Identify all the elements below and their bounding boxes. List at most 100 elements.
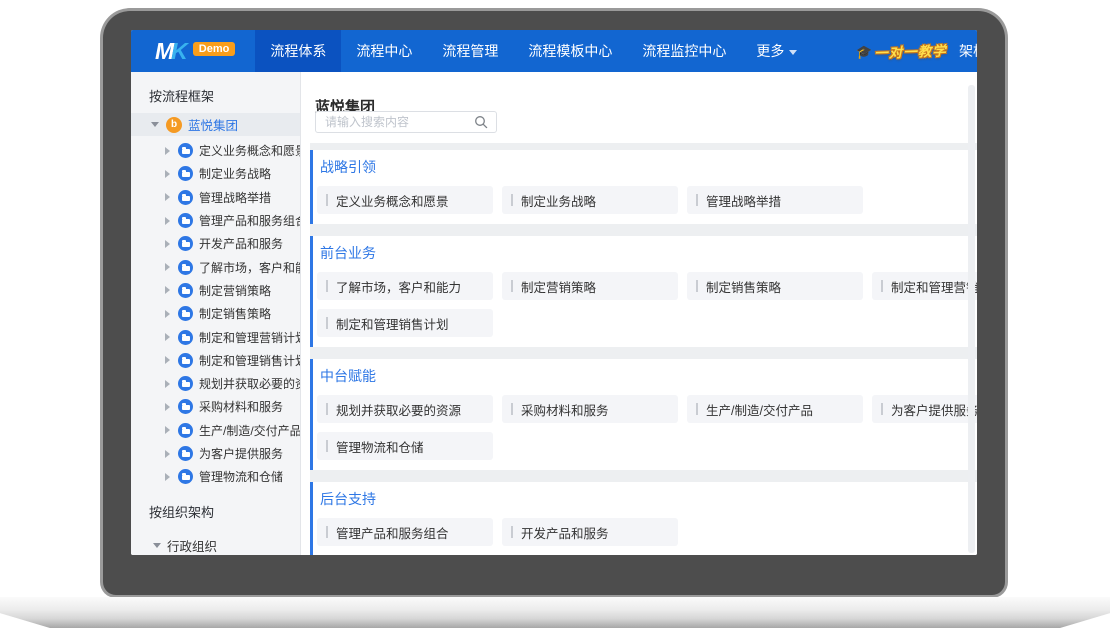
logo-letter-k: K (171, 38, 188, 65)
folder-icon (178, 330, 193, 345)
caret-right-icon[interactable] (165, 333, 170, 341)
process-card[interactable]: 管理战略举措 (687, 186, 863, 214)
top-navbar: M K Demo 流程体系 流程中心 流程管理 流程模板中心 流程监控中心 更多… (131, 30, 977, 72)
folder-icon (178, 446, 193, 461)
folder-icon (178, 236, 193, 251)
sidebar-header-by-process: 按流程框架 (149, 90, 300, 104)
sidebar: 按流程框架 b 蓝悦集团 定义业务概念和愿景 制定业务战略 (131, 72, 301, 555)
sidebar-header-by-org: 按组织架构 (149, 506, 300, 520)
process-sections: 战略引领 定义业务概念和愿景制定业务战略管理战略举措 前台业务 了解市场，客户和… (310, 143, 977, 555)
section-title: 战略引领 (320, 157, 977, 177)
process-card[interactable]: 制定和管理销售计划 (317, 309, 493, 337)
process-card[interactable]: 采购材料和服务 (502, 395, 678, 423)
folder-icon (178, 423, 193, 438)
tree-root-admin-org[interactable]: 行政组织 (131, 534, 300, 555)
nav-right-area: 🎓 一对一教学 架构 (856, 30, 977, 72)
process-card[interactable]: 管理物流和仓储 (317, 432, 493, 460)
search-input[interactable] (316, 115, 474, 129)
tree-item-process[interactable]: 了解市场，客户和能力 (131, 255, 300, 278)
caret-right-icon[interactable] (165, 403, 170, 411)
caret-right-icon[interactable] (165, 356, 170, 364)
folder-icon (178, 190, 193, 205)
section-back-office: 后台支持 管理产品和服务组合开发产品和服务 (310, 482, 977, 555)
app-screen: M K Demo 流程体系 流程中心 流程管理 流程模板中心 流程监控中心 更多… (131, 30, 977, 555)
tree-item-process[interactable]: 管理战略举措 (131, 186, 300, 209)
folder-icon (178, 283, 193, 298)
process-card[interactable]: 定义业务概念和愿景 (317, 186, 493, 214)
section-front-office: 前台业务 了解市场，客户和能力制定营销策略制定销售策略制定和管理营销计划制定和管… (310, 236, 977, 347)
nav-tab-more[interactable]: 更多 (741, 30, 812, 72)
tree-item-process[interactable]: 制定销售策略 (131, 302, 300, 325)
tree-item-process[interactable]: 采购材料和服务 (131, 395, 300, 418)
section-strategy-leading: 战略引领 定义业务概念和愿景制定业务战略管理战略举措 (310, 150, 977, 224)
caret-right-icon[interactable] (165, 193, 170, 201)
process-card[interactable]: 管理产品和服务组合 (317, 518, 493, 546)
nav-tab-process-center[interactable]: 流程中心 (341, 30, 427, 72)
tree-root-company[interactable]: b 蓝悦集团 (131, 113, 300, 136)
process-card[interactable]: 制定业务战略 (502, 186, 678, 214)
logo-letter-m: M (155, 38, 172, 65)
nav-item-architecture[interactable]: 架构 (959, 41, 977, 61)
tree-item-process[interactable]: 制定营销策略 (131, 279, 300, 302)
process-card[interactable]: 制定和管理营销计划 (872, 272, 977, 300)
process-card[interactable]: 制定营销策略 (502, 272, 678, 300)
folder-icon (178, 399, 193, 414)
process-card[interactable]: 为客户提供服务 (872, 395, 977, 423)
nav-tabs: 流程体系 流程中心 流程管理 流程模板中心 流程监控中心 更多 (255, 30, 812, 72)
tree-item-process[interactable]: 开发产品和服务 (131, 232, 300, 255)
process-card[interactable]: 生产/制造/交付产品 (687, 395, 863, 423)
section-gap (310, 347, 977, 359)
folder-icon (178, 213, 193, 228)
section-gap (310, 470, 977, 482)
nav-tab-process-system[interactable]: 流程体系 (255, 30, 341, 72)
folder-icon (178, 306, 193, 321)
demo-badge: Demo (193, 42, 236, 56)
nav-tab-process-monitor-center[interactable]: 流程监控中心 (627, 30, 741, 72)
caret-right-icon[interactable] (165, 310, 170, 318)
caret-right-icon[interactable] (165, 426, 170, 434)
tree-item-process[interactable]: 制定业务战略 (131, 162, 300, 185)
tree-item-process[interactable]: 管理产品和服务组合 (131, 209, 300, 232)
one-on-one-tutoring-badge[interactable]: 🎓 一对一教学 (856, 39, 947, 62)
process-card[interactable]: 了解市场，客户和能力 (317, 272, 493, 300)
company-icon: b (166, 117, 182, 133)
nav-tab-process-management[interactable]: 流程管理 (427, 30, 513, 72)
caret-right-icon[interactable] (165, 380, 170, 388)
caret-right-icon[interactable] (165, 473, 170, 481)
caret-right-icon[interactable] (165, 147, 170, 155)
folder-icon (178, 353, 193, 368)
caret-right-icon[interactable] (165, 240, 170, 248)
tree-item-process[interactable]: 定义业务概念和愿景 (131, 139, 300, 162)
search-icon[interactable] (474, 115, 488, 129)
caret-right-icon[interactable] (165, 263, 170, 271)
caret-right-icon[interactable] (165, 450, 170, 458)
search-box (315, 111, 497, 133)
main-content: 蓝悦集团 战略引领 定义业务概念和愿景制定业务战略管理战略举措 (301, 72, 977, 555)
graduation-cap-icon: 🎓 (856, 44, 873, 61)
tree-item-process[interactable]: 制定和管理营销计划 (131, 325, 300, 348)
vertical-scrollbar[interactable] (968, 85, 975, 553)
folder-icon (178, 260, 193, 275)
caret-down-icon[interactable] (153, 543, 161, 548)
chevron-down-icon (789, 50, 797, 55)
caret-right-icon[interactable] (165, 286, 170, 294)
tree-item-process[interactable]: 为客户提供服务 (131, 442, 300, 465)
folder-icon (178, 166, 193, 181)
tree-item-process[interactable]: 制定和管理销售计划 (131, 349, 300, 372)
section-gap (310, 224, 977, 236)
process-card[interactable]: 规划并获取必要的资源 (317, 395, 493, 423)
nav-tab-process-template-center[interactable]: 流程模板中心 (513, 30, 627, 72)
laptop-base (0, 597, 1110, 628)
section-title: 后台支持 (320, 489, 977, 509)
section-gap (310, 143, 977, 150)
process-card[interactable]: 制定销售策略 (687, 272, 863, 300)
caret-right-icon[interactable] (165, 217, 170, 225)
app-logo[interactable]: M K Demo (131, 30, 255, 72)
tree-item-process[interactable]: 生产/制造/交付产品 (131, 419, 300, 442)
caret-right-icon[interactable] (165, 170, 170, 178)
tree-item-process[interactable]: 管理物流和仓储 (131, 465, 300, 488)
process-card[interactable]: 开发产品和服务 (502, 518, 678, 546)
tree-item-process[interactable]: 规划并获取必要的资源 (131, 372, 300, 395)
caret-down-icon[interactable] (151, 122, 159, 127)
folder-icon (178, 376, 193, 391)
